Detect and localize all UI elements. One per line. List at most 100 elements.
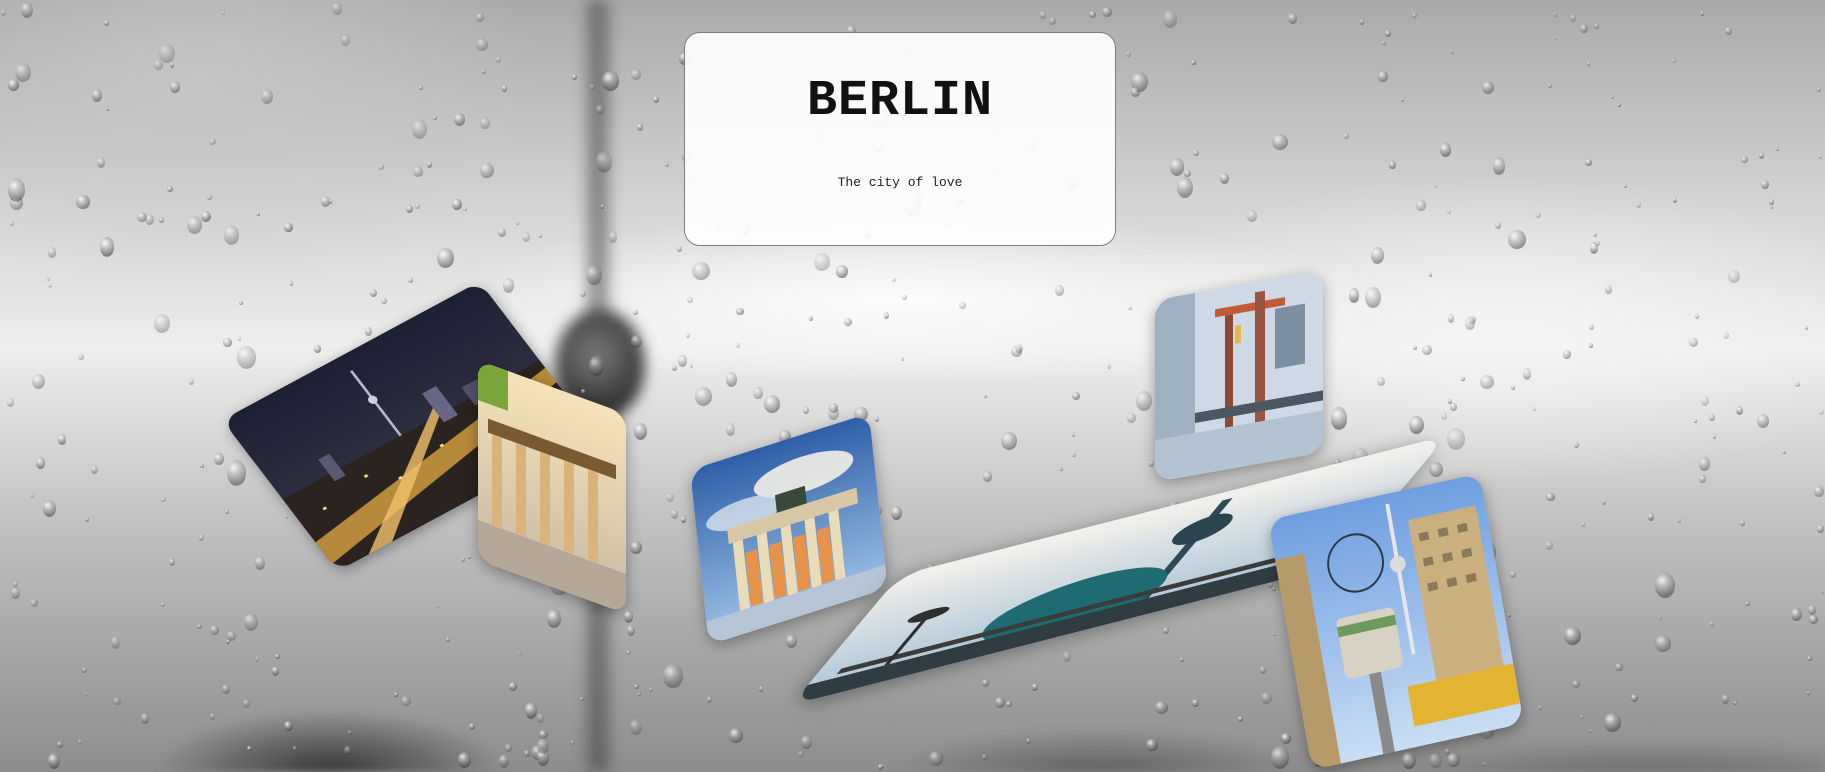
page-subtitle: The city of love [837,175,963,190]
photo-world-clock[interactable] [1268,473,1524,770]
rain-drop [687,296,694,303]
rain-drop [328,199,333,204]
rain-drop [1071,392,1080,401]
rain-drop [189,378,195,385]
rain-drop [153,313,170,333]
rain-drop [517,651,521,656]
rain-drop [223,337,232,347]
rain-drop [76,194,90,209]
rain-drop [516,221,520,226]
photo-oberbaum-bridge[interactable] [1155,270,1323,482]
rain-drop [883,311,890,320]
rain-drop [1450,403,1457,411]
rain-drop [629,540,642,554]
rain-drop [958,301,966,310]
rain-drop [664,162,669,167]
rain-drop [161,497,167,503]
rain-drop [1055,284,1064,297]
rain-drop [1573,441,1579,449]
rain-drop [159,217,165,223]
rain-drop [836,264,848,279]
rain-drop [411,119,427,139]
rain-drop [1589,323,1594,331]
rain-drop [10,196,23,210]
rain-drop [1492,157,1506,175]
rain-drop [153,60,163,70]
rain-drop [284,223,293,232]
rain-drop [446,637,451,642]
rain-drop [1371,246,1385,264]
rain-drop [1510,570,1516,579]
rain-drop [1511,385,1515,391]
rain-drop [170,62,175,69]
rain-drop [476,37,489,52]
rain-drop [1494,221,1501,229]
rain-drop [694,386,713,407]
rain-drop [8,178,26,203]
rain-drop [890,506,902,521]
rain-drop [902,295,907,301]
rain-drop [692,262,710,281]
rain-drop [1422,345,1432,356]
rain-drop [1348,288,1359,303]
rain-drop [1546,492,1555,502]
rain-drop [480,117,490,129]
rain-drop [227,459,246,486]
rain-drop [637,123,643,131]
rain-drop [681,516,686,523]
rain-drop [1447,313,1455,323]
rain-drop [1330,407,1348,431]
rain-drop [1791,608,1802,622]
rain-drop [1447,398,1453,404]
rain-drop [677,355,687,367]
rain-drop [671,509,679,519]
rain-drop [1769,205,1773,209]
rain-drop [501,84,507,92]
rain-drop [666,493,674,502]
rain-drop [332,2,342,15]
rain-drop [1126,51,1132,58]
rain-drop [1768,198,1775,205]
rain-drop [672,365,678,372]
rain-drop [214,453,225,465]
rain-drop [29,493,34,498]
rain-drop [254,556,266,571]
rain-drop [1535,212,1541,219]
rain-drop [432,115,437,120]
rain-drop [1447,428,1466,451]
rain-drop [1481,81,1495,95]
rain-drop [226,630,237,641]
rain-drop [1617,102,1621,107]
rain-drop [260,88,274,105]
rain-drop [1740,519,1745,526]
rain-drop [1059,466,1063,471]
rain-drop [12,581,19,587]
rain-drop [1364,287,1381,309]
rain-drop [91,464,98,474]
rain-drop [364,326,373,337]
rain-drop [1741,155,1748,164]
rain-drop [802,406,809,415]
rain-drop [1672,59,1677,64]
rain-drop [30,598,39,607]
rain-drop [763,394,781,414]
rain-drop [1011,346,1022,358]
rain-drop [753,387,763,399]
rain-drop [381,297,388,304]
rain-drop [1758,152,1765,160]
rain-drop [313,344,321,354]
rain-drop [1569,13,1576,22]
rain-drop [237,335,242,341]
rain-drop [1136,391,1152,411]
rain-drop [1071,432,1076,437]
rain-drop [1163,627,1169,635]
rain-drop [378,163,384,171]
rain-drop [7,78,19,91]
rain-drop [1507,613,1511,618]
photo-brandenburg-gate-blue-sky[interactable] [690,413,888,646]
rain-drop [1775,147,1779,151]
rain-drop [1148,460,1155,467]
rain-drop [221,10,226,15]
rain-drop [1440,412,1447,420]
rain-drop [226,639,231,645]
